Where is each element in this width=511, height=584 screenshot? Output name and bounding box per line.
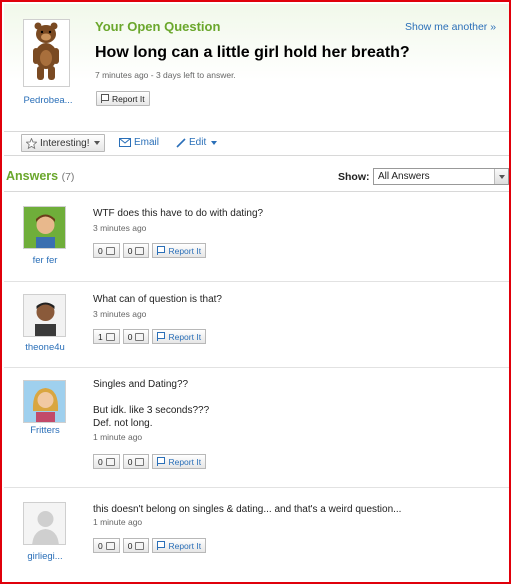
bear-avatar-icon — [33, 22, 59, 80]
show-filter-value: All Answers — [378, 171, 430, 182]
answer-item: fer fer WTF does this have to do with da… — [4, 192, 509, 282]
report-question-label: Report It — [112, 93, 145, 104]
thumbs-up-button[interactable]: 1 — [93, 329, 120, 344]
answer-votes: 0 0 Report It — [93, 243, 207, 258]
answer-item: girliegi... this doesn't belong on singl… — [4, 488, 509, 582]
thumbs-down-icon — [135, 332, 145, 341]
flag-icon — [157, 332, 166, 341]
thumbs-up-count: 0 — [98, 245, 103, 256]
answer-user-link[interactable]: fer fer — [14, 255, 76, 266]
answer-time: 1 minute ago — [93, 432, 143, 442]
answer-item: Fritters Singles and Dating?? But idk. l… — [4, 368, 509, 488]
answer-avatar[interactable] — [23, 294, 66, 337]
edit-button[interactable]: Edit — [176, 137, 218, 148]
report-answer-label: Report It — [168, 456, 202, 467]
envelope-icon — [119, 138, 131, 147]
edit-label: Edit — [189, 137, 207, 148]
thumbs-down-count: 0 — [127, 331, 133, 342]
thumbs-up-count: 0 — [98, 540, 103, 551]
flag-icon — [157, 246, 166, 255]
question-action-bar: Interesting! Email Edit — [4, 132, 509, 156]
question-header-label: Your Open Question — [95, 19, 221, 34]
avatar-icon — [24, 381, 65, 422]
report-question-button[interactable]: Report It — [96, 91, 150, 106]
answer-time: 3 minutes ago — [93, 223, 147, 233]
thumbs-up-icon — [105, 246, 115, 255]
star-icon — [26, 137, 37, 149]
thumbs-up-count: 0 — [98, 456, 103, 467]
answer-text: WTF does this have to do with dating? — [93, 208, 264, 219]
answer-avatar[interactable] — [23, 380, 66, 423]
thumbs-up-button[interactable]: 0 — [93, 454, 120, 469]
question-meta: 7 minutes ago - 3 days left to answer. — [95, 70, 236, 80]
avatar-icon — [24, 207, 65, 248]
thumbs-down-button[interactable]: 0 — [122, 329, 150, 344]
default-avatar-icon — [24, 503, 65, 544]
question-title: How long can a little girl hold her brea… — [95, 44, 410, 61]
answer-votes: 0 0 Report It — [93, 454, 207, 469]
thumbs-down-button[interactable]: 0 — [122, 454, 150, 469]
answer-text: What can of question is that? — [93, 294, 222, 305]
answer-time: 3 minutes ago — [93, 309, 147, 319]
answer-time: 1 minute ago — [93, 517, 143, 527]
report-answer-label: Report It — [168, 540, 202, 551]
page-frame: Pedrobea... Your Open Question Show me a… — [0, 0, 511, 584]
thumbs-down-icon — [135, 541, 145, 550]
pencil-icon — [176, 137, 186, 148]
report-answer-button[interactable]: Report It — [152, 243, 207, 258]
thumbs-up-button[interactable]: 0 — [93, 538, 120, 553]
thumbs-up-button[interactable]: 0 — [93, 243, 120, 258]
answer-text-line: Def. not long. — [93, 418, 153, 429]
flag-icon — [101, 94, 109, 103]
chevron-down-icon — [94, 141, 101, 145]
report-answer-button[interactable]: Report It — [152, 538, 207, 553]
asker-name-link[interactable]: Pedrobea... — [18, 95, 78, 106]
thumbs-up-count: 1 — [98, 331, 103, 342]
interesting-button[interactable]: Interesting! — [21, 134, 106, 152]
answers-heading: Answers (7) — [6, 169, 74, 183]
report-answer-label: Report It — [168, 331, 202, 342]
email-button[interactable]: Email — [119, 137, 159, 148]
answer-text: this doesn't belong on singles & dating.… — [93, 504, 402, 515]
show-another-link[interactable]: Show me another » — [405, 21, 496, 33]
answer-votes: 1 0 Report It — [93, 329, 207, 344]
chevron-down-icon — [211, 140, 218, 145]
report-answer-button[interactable]: Report It — [152, 329, 207, 344]
thumbs-down-count: 0 — [127, 245, 133, 256]
answers-title: Answers — [6, 169, 59, 183]
answer-text-line: Singles and Dating?? — [93, 379, 189, 390]
asker-avatar[interactable] — [23, 19, 70, 87]
show-filter-select[interactable]: All Answers — [373, 168, 509, 185]
thumbs-down-button[interactable]: 0 — [122, 538, 150, 553]
show-filter-label: Show: — [338, 171, 370, 183]
flag-icon — [157, 541, 166, 550]
answer-avatar[interactable] — [23, 206, 66, 249]
thumbs-up-icon — [105, 541, 115, 550]
answers-count: (7) — [61, 171, 75, 183]
answer-user-link[interactable]: Fritters — [14, 425, 76, 436]
avatar-icon — [24, 295, 65, 336]
thumbs-up-icon — [105, 457, 115, 466]
chevron-down-icon[interactable] — [494, 169, 508, 184]
thumbs-down-count: 0 — [127, 540, 133, 551]
email-label: Email — [134, 137, 160, 148]
report-answer-button[interactable]: Report It — [152, 454, 207, 469]
thumbs-down-icon — [135, 457, 145, 466]
answer-avatar[interactable] — [23, 502, 66, 545]
answer-user-link[interactable]: girliegi... — [14, 551, 76, 562]
flag-icon — [157, 457, 166, 466]
thumbs-down-count: 0 — [127, 456, 133, 467]
answer-votes: 0 0 Report It — [93, 538, 207, 553]
answer-text-line: But idk. like 3 seconds??? — [93, 405, 210, 416]
thumbs-down-icon — [135, 246, 145, 255]
thumbs-up-icon — [105, 332, 115, 341]
question-header: Pedrobea... Your Open Question Show me a… — [4, 4, 509, 132]
answer-user-link[interactable]: theone4u — [14, 342, 76, 353]
thumbs-down-button[interactable]: 0 — [122, 243, 150, 258]
interesting-label: Interesting! — [40, 137, 90, 149]
answer-item: theone4u What can of question is that? 3… — [4, 282, 509, 368]
report-answer-label: Report It — [168, 245, 202, 256]
